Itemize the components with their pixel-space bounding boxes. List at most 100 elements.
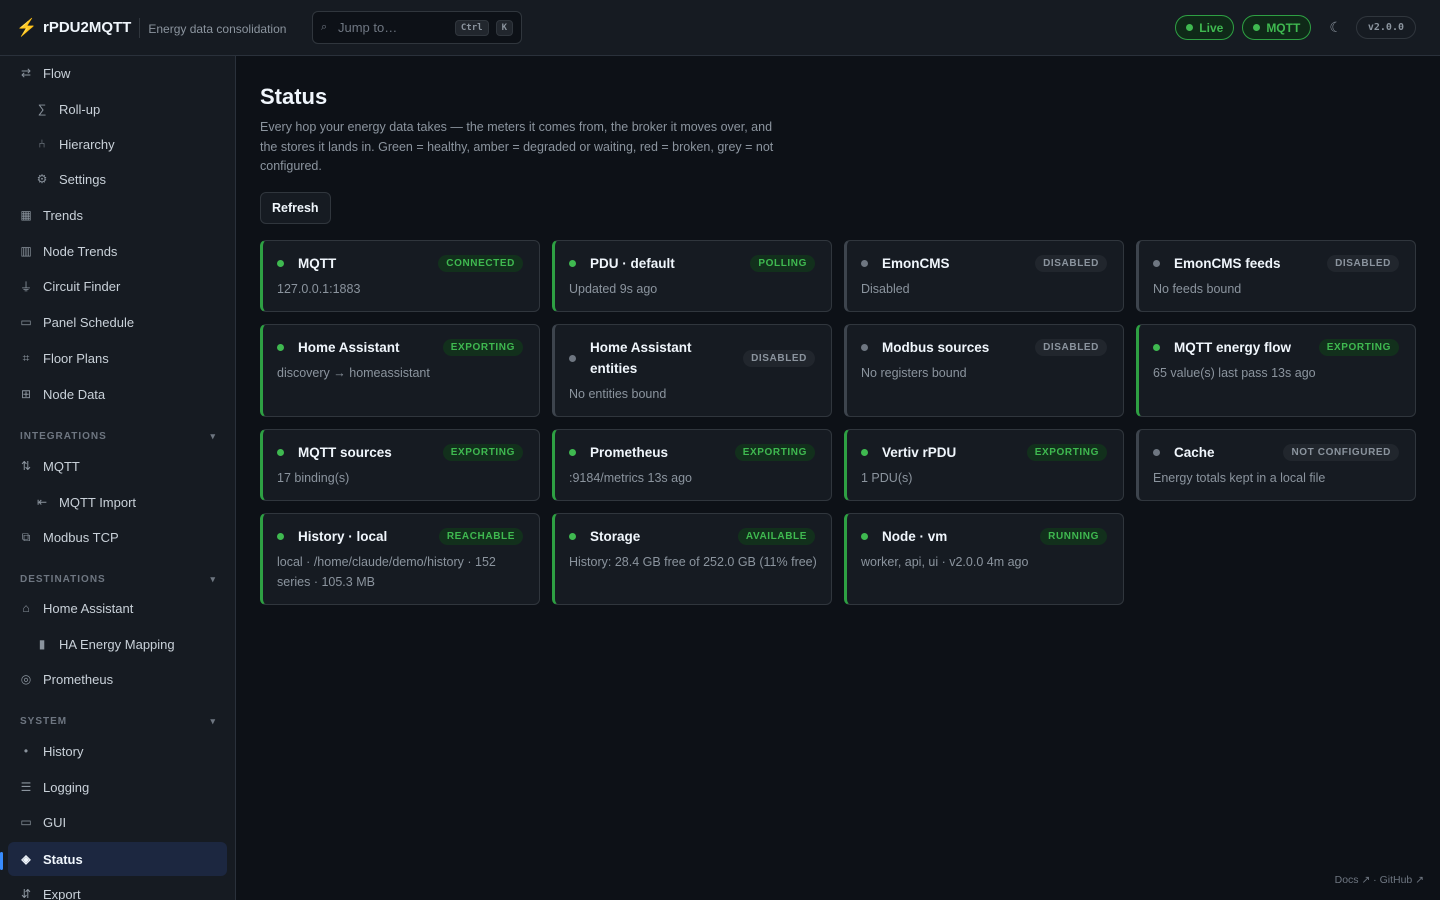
jump-to-search[interactable]: ⌕ Jump to… Ctrl K — [312, 11, 522, 44]
diamond-icon: ◈ — [21, 852, 31, 866]
tree-icon: ⑃ — [38, 137, 46, 151]
status-card: Storage AVAILABLE History: 28.4 GB free of… — [552, 513, 832, 605]
sidebar-item-label: Node Trends — [43, 243, 118, 259]
section-header-destinations[interactable]: DESTINATIONS ▾ — [20, 574, 216, 585]
sidebar-item-label: Home Assistant — [43, 600, 134, 616]
refresh-button[interactable]: Refresh — [260, 192, 331, 224]
status-dot-icon — [861, 344, 868, 351]
up-down-arrows-icon: ⇅ — [20, 459, 32, 473]
status-card-title: MQTT sources — [277, 442, 392, 463]
app-name: rPDU2MQTT — [43, 19, 132, 36]
status-card-header: History · local REACHABLE — [277, 526, 523, 547]
sidebar-item-hierarchy[interactable]: ⑃ Hierarchy — [8, 127, 227, 161]
sidebar-item-history[interactable]: • History — [8, 734, 227, 768]
status-card-detail: Updated 9s ago — [569, 282, 658, 296]
status-card-header: Storage AVAILABLE — [569, 526, 815, 547]
sidebar-item-ha-energy-mapping[interactable]: ▮ HA Energy Mapping — [8, 627, 227, 661]
status-dot-icon — [861, 260, 868, 267]
sidebar-item-trends[interactable]: ▦ Trends — [8, 198, 227, 232]
status-dot-icon — [569, 533, 576, 540]
section-header-system[interactable]: SYSTEM ▾ — [20, 716, 216, 727]
search-placeholder: Jump to… — [338, 20, 398, 35]
sidebar-item-label: Circuit Finder — [43, 278, 121, 294]
status-card: MQTT energy flow EXPORTING 65 value(s) las… — [1136, 324, 1416, 417]
main-content: Status Every hop your energy data takes … — [236, 56, 1440, 900]
sidebar-item-label: History — [43, 743, 84, 759]
mqtt-status-pill[interactable]: MQTT — [1242, 15, 1312, 40]
version-badge[interactable]: v2.0.0 — [1355, 16, 1416, 39]
sidebar-item-label: Settings — [59, 171, 106, 187]
status-card-header: EmonCMS DISABLED — [861, 253, 1107, 274]
sidebar-item-node-trends[interactable]: ▥ Node Trends — [8, 234, 227, 268]
table-icon: ⊞ — [20, 387, 32, 401]
status-card-header: MQTT CONNECTED — [277, 253, 523, 274]
section-title: INTEGRATIONS — [20, 431, 107, 442]
chevron-down-icon: ▾ — [210, 574, 216, 584]
sidebar-item-node-data[interactable]: ⊞ Node Data — [8, 377, 227, 411]
sidebar-item-mqtt-import[interactable]: ⇤ MQTT Import — [8, 485, 227, 519]
live-status-pill[interactable]: Live — [1175, 15, 1235, 40]
sidebar-item-flow[interactable]: ⇄ Flow — [8, 56, 227, 90]
status-card-name: Home Assistant entities — [590, 340, 692, 376]
section-header-integrations[interactable]: INTEGRATIONS ▾ — [20, 431, 216, 442]
sidebar-item-circuit-finder[interactable]: ⏚ Circuit Finder — [8, 269, 227, 303]
status-badge: RUNNING — [1040, 528, 1107, 545]
status-badge: POLLING — [750, 255, 815, 272]
moon-icon[interactable]: ☾ — [1329, 19, 1342, 36]
brand-divider — [139, 17, 141, 38]
top-bar: ⚡ rPDU2MQTT Energy data consolidation ⌕ … — [0, 0, 1440, 56]
sidebar-item-label: MQTT — [43, 458, 80, 474]
sidebar-item-label: Floor Plans — [43, 350, 109, 366]
sidebar-item-status[interactable]: ◈ Status — [8, 842, 227, 876]
status-dot-icon — [277, 533, 284, 540]
status-card-name: Prometheus — [590, 445, 669, 460]
status-card: MQTT CONNECTED 127.0.0.1:1883 — [260, 240, 540, 312]
sidebar-item-label: Flow — [43, 65, 71, 81]
folder-icon: ▭ — [20, 315, 32, 329]
status-card-detail: 1 PDU(s) — [861, 471, 913, 485]
sidebar-item-home-assistant[interactable]: ⌂ Home Assistant — [8, 591, 227, 625]
status-card-detail: Disabled — [861, 282, 910, 296]
status-card-name: MQTT energy flow — [1174, 340, 1292, 355]
mqtt-dot-icon — [1253, 24, 1261, 31]
sidebar-item-logging[interactable]: ☰ Logging — [8, 770, 227, 804]
status-badge: DISABLED — [1035, 339, 1107, 356]
status-card-header: Cache NOT CONFIGURED — [1153, 442, 1399, 463]
github-link[interactable]: GitHub ↗ — [1380, 874, 1424, 886]
status-dot-icon — [861, 449, 868, 456]
status-badge: EXPORTING — [734, 444, 815, 461]
status-dot-icon — [277, 260, 284, 267]
sidebar-item-gui[interactable]: ▭ GUI — [8, 805, 227, 839]
status-card: Node · vm RUNNING worker, api, ui · v2.0.0… — [844, 513, 1124, 605]
status-card: MQTT sources EXPORTING 17 binding(s) — [260, 429, 540, 501]
sidebar-item-prometheus[interactable]: ◎ Prometheus — [8, 662, 227, 696]
status-card-title: Prometheus — [569, 442, 668, 463]
sidebar-item-floor-plans[interactable]: ⌗ Floor Plans — [8, 341, 227, 375]
bar-chart-icon: ▥ — [20, 244, 32, 258]
status-card-title: MQTT — [277, 253, 336, 274]
docs-link[interactable]: Docs ↗ — [1335, 874, 1371, 886]
status-card: Home Assistant entities DISABLED No entiti… — [552, 324, 832, 417]
sidebar-item-mqtt[interactable]: ⇅ MQTT — [8, 449, 227, 483]
brand[interactable]: ⚡ rPDU2MQTT Energy data consolidation — [16, 17, 286, 38]
sidebar-item-modbus-tcp[interactable]: ⧉ Modbus TCP — [8, 520, 227, 554]
sidebar-item-label: MQTT Import — [59, 494, 137, 510]
sidebar-item-roll-up[interactable]: ∑ Roll-up — [8, 92, 227, 126]
status-card: PDU · default POLLING Updated 9s ago — [552, 240, 832, 312]
status-card-detail: discovery → homeassistant — [277, 366, 430, 380]
status-card-title: Home Assistant — [277, 337, 400, 358]
sidebar-item-panel-schedule[interactable]: ▭ Panel Schedule — [8, 305, 227, 339]
status-badge: EXPORTING — [442, 339, 523, 356]
lightning-bolt-icon: ⚡ — [16, 17, 38, 37]
status-card: Modbus sources DISABLED No registers bound — [844, 324, 1124, 417]
status-card: Cache NOT CONFIGURED Energy totals kept in… — [1136, 429, 1416, 501]
chevron-down-icon: ▾ — [210, 716, 216, 726]
status-card-name: Storage — [590, 529, 641, 544]
shortcut-k-key: K — [495, 19, 513, 36]
list-icon: ☰ — [20, 780, 32, 794]
section-title: SYSTEM — [20, 716, 68, 727]
status-badge: NOT CONFIGURED — [1283, 444, 1399, 461]
live-dot-icon — [1186, 24, 1194, 31]
sidebar-item-export[interactable]: ⇵ Export — [8, 877, 227, 900]
sidebar-item-settings[interactable]: ⚙ Settings — [8, 162, 227, 196]
